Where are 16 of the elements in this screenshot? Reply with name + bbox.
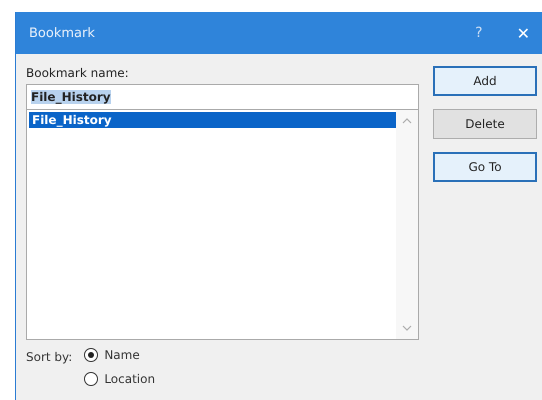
scrollbar[interactable] [396, 110, 418, 339]
scroll-down-icon[interactable] [402, 325, 412, 331]
dialog-button[interactable]: Add [433, 66, 537, 96]
sort-radio[interactable]: Name [84, 348, 156, 362]
dialog-button[interactable]: Delete [433, 109, 537, 139]
sort-radio[interactable]: Location [84, 372, 156, 386]
close-button[interactable]: ✕ [516, 24, 530, 42]
dialog-button[interactable]: Go To [433, 152, 537, 182]
radio-icon[interactable] [84, 372, 98, 386]
bookmark-name-field[interactable]: File_History [26, 84, 419, 110]
sort-label: Sort by: [26, 349, 72, 366]
radio-icon[interactable] [84, 348, 98, 362]
bookmark-item[interactable]: File_History [29, 112, 396, 128]
field-label: Bookmark name: [26, 66, 130, 82]
scroll-up-icon[interactable] [402, 118, 412, 124]
window-title: Bookmark [29, 26, 96, 40]
